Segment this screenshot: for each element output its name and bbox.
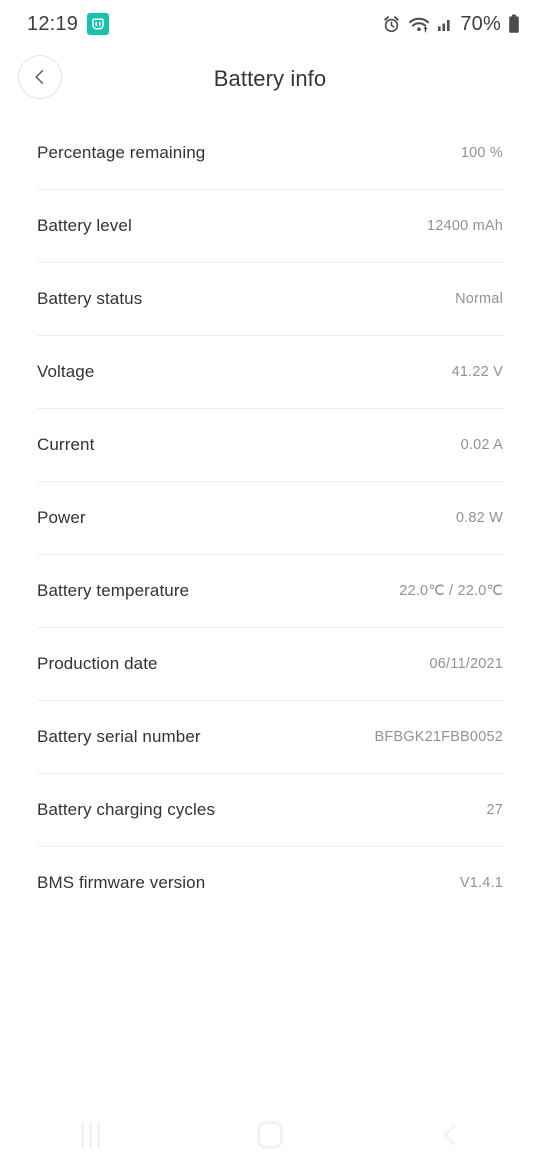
row-label: BMS firmware version [37, 872, 206, 892]
row-value: Normal [455, 290, 503, 307]
status-bar: 12:19 70% [0, 0, 540, 48]
table-row: Battery status Normal [37, 262, 505, 335]
row-label: Battery level [37, 215, 132, 235]
recents-icon [80, 1122, 100, 1148]
table-row: Power 0.82 W [37, 481, 505, 554]
row-value: 12400 mAh [427, 217, 503, 234]
wifi-icon [408, 15, 430, 34]
row-value: BFBGK21FBB0052 [374, 728, 503, 745]
row-label: Battery status [37, 288, 143, 308]
mi-home-icon [87, 13, 110, 35]
table-row: Battery level 12400 mAh [37, 189, 505, 262]
status-bar-clock: 12:19 [27, 12, 79, 35]
row-label: Current [37, 434, 95, 454]
back-chevron-icon [439, 1122, 461, 1148]
row-value: 0.02 A [460, 436, 503, 453]
table-row: Battery charging cycles 27 [37, 773, 505, 846]
row-value: 100 % [460, 144, 503, 161]
row-label: Battery charging cycles [37, 799, 216, 819]
row-label: Percentage remaining [37, 142, 206, 162]
app-header: Battery info [0, 48, 540, 110]
row-label: Battery temperature [37, 580, 190, 600]
home-button[interactable] [180, 1100, 360, 1170]
row-value: 0.82 W [455, 509, 503, 526]
cellular-signal-icon [437, 16, 453, 32]
battery-icon [508, 14, 520, 34]
row-value: 06/11/2021 [429, 655, 503, 672]
row-label: Battery serial number [37, 726, 201, 746]
row-value: 27 [486, 801, 503, 818]
table-row: Battery temperature 22.0℃ / 22.0℃ [37, 554, 505, 627]
system-navigation-bar [0, 1100, 540, 1170]
status-bar-left: 12:19 [27, 12, 110, 36]
nav-back-button[interactable] [360, 1100, 540, 1170]
table-row: Voltage 41.22 V [37, 335, 505, 408]
table-row: BMS firmware version V1.4.1 [37, 846, 505, 919]
row-label: Voltage [37, 361, 95, 381]
table-row: Battery serial number BFBGK21FBB0052 [37, 700, 505, 773]
table-row: Percentage remaining 100 % [37, 116, 503, 189]
table-row: Current 0.02 A [37, 408, 505, 481]
battery-info-list: Percentage remaining 100 % Battery level 12… [0, 116, 540, 919]
status-bar-right: 70% [382, 13, 520, 36]
row-value: V1.4.1 [459, 874, 503, 891]
battery-percentage-label: 70% [460, 12, 501, 35]
row-label: Power [37, 507, 86, 527]
page-title: Battery info [213, 66, 327, 91]
home-icon [257, 1121, 283, 1149]
table-row: Production date 06/11/2021 [37, 627, 505, 700]
row-value: 41.22 V [451, 363, 503, 380]
row-label: Production date [37, 653, 158, 673]
alarm-clock-icon [382, 15, 401, 34]
recents-button[interactable] [0, 1100, 180, 1170]
row-value: 22.0℃ / 22.0℃ [399, 582, 503, 599]
battery-info-screen: 12:19 70% Battery info Percentage remain… [0, 0, 540, 1170]
